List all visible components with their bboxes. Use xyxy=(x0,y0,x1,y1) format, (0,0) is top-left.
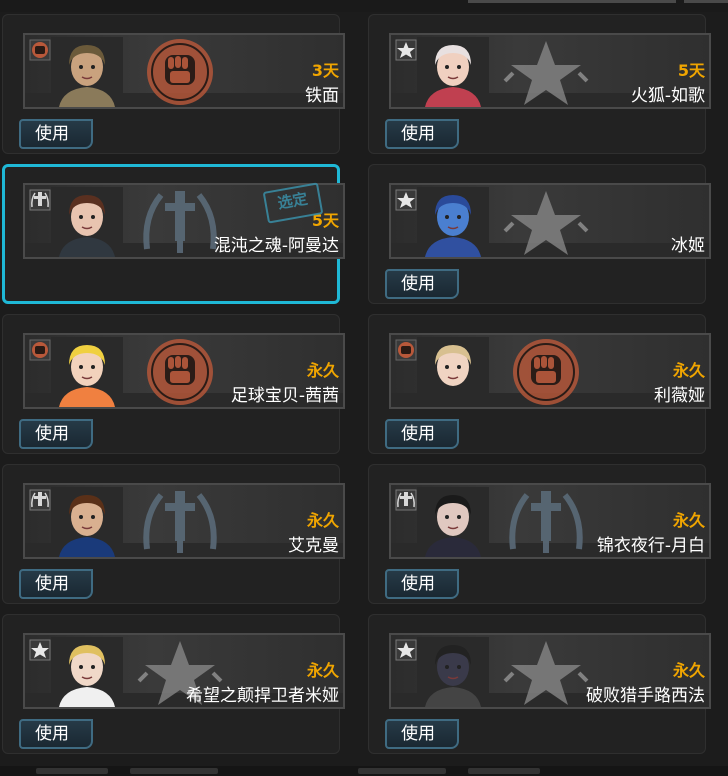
top-tab-strip-right[interactable] xyxy=(684,0,728,3)
character-portrait xyxy=(51,37,123,107)
fist-class-badge-icon xyxy=(27,37,53,63)
character-portrait xyxy=(51,637,123,707)
character-portrait xyxy=(51,337,123,407)
character-portrait xyxy=(51,187,123,257)
duration-label: 永久 xyxy=(306,511,339,530)
character-banner: 3天 铁面 xyxy=(23,33,345,109)
sword-class-badge-icon xyxy=(393,487,419,513)
star-class-badge-icon xyxy=(27,637,53,663)
duration-label: 5天 xyxy=(677,61,705,80)
character-banner: 永久 足球宝贝-茜茜 xyxy=(23,333,345,409)
character-card[interactable]: 永久 希望之颠捍卫者米娅 使用 xyxy=(2,614,345,754)
star-class-emblem-icon xyxy=(503,37,589,107)
character-name: 艾克曼 xyxy=(288,536,339,556)
character-portrait xyxy=(417,637,489,707)
character-name: 混沌之魂-阿曼达 xyxy=(213,236,339,256)
use-button[interactable]: 使用 xyxy=(385,719,459,749)
sword-class-emblem-icon xyxy=(503,487,589,557)
character-card[interactable]: 永久 艾克曼 使用 xyxy=(2,464,345,604)
character-card[interactable]: 5天 混沌之魂-阿曼达 选定 xyxy=(2,164,345,304)
top-tab-strip[interactable] xyxy=(468,0,676,3)
character-portrait xyxy=(417,337,489,407)
use-button[interactable]: 使用 xyxy=(19,119,93,149)
sword-class-badge-icon xyxy=(27,487,53,513)
character-card[interactable]: 永久 利薇娅 使用 xyxy=(368,314,711,454)
fist-class-emblem-icon xyxy=(137,337,223,407)
character-name: 铁面 xyxy=(305,86,339,106)
use-button[interactable]: 使用 xyxy=(19,719,93,749)
character-card[interactable]: 永久 破败猎手路西法 使用 xyxy=(368,614,711,754)
sword-class-emblem-icon xyxy=(137,187,223,257)
character-banner: 永久 希望之颠捍卫者米娅 xyxy=(23,633,345,709)
character-card[interactable]: 5天 火狐-如歌 使用 xyxy=(368,14,711,154)
character-banner: 永久 破败猎手路西法 xyxy=(389,633,711,709)
star-class-emblem-icon xyxy=(503,187,589,257)
character-name: 利薇娅 xyxy=(654,386,705,406)
use-button[interactable]: 使用 xyxy=(385,269,459,299)
fist-class-badge-icon xyxy=(27,337,53,363)
bottom-bar xyxy=(0,766,728,776)
use-button[interactable]: 使用 xyxy=(385,419,459,449)
star-class-badge-icon xyxy=(393,37,419,63)
duration-label: 永久 xyxy=(306,361,339,380)
character-card[interactable]: 3天 铁面 使用 xyxy=(2,14,345,154)
duration-label: 永久 xyxy=(672,361,705,380)
bottom-tab[interactable] xyxy=(130,768,218,774)
character-card[interactable]: 永久 锦衣夜行-月白 使用 xyxy=(368,464,711,604)
use-button[interactable]: 使用 xyxy=(385,569,459,599)
bottom-tab[interactable] xyxy=(468,768,540,774)
fist-class-emblem-icon xyxy=(137,37,223,107)
bottom-tab[interactable] xyxy=(358,768,446,774)
character-name: 足球宝贝-茜茜 xyxy=(230,386,339,406)
use-button[interactable]: 使用 xyxy=(385,119,459,149)
duration-label: 永久 xyxy=(672,511,705,530)
character-name: 破败猎手路西法 xyxy=(586,686,705,706)
fist-class-badge-icon xyxy=(393,337,419,363)
top-bar xyxy=(0,0,728,12)
character-banner: 5天 火狐-如歌 xyxy=(389,33,711,109)
character-name: 锦衣夜行-月白 xyxy=(596,536,705,556)
character-banner: 冰姬 xyxy=(389,183,711,259)
star-class-emblem-icon xyxy=(503,637,589,707)
sword-class-badge-icon xyxy=(27,187,53,213)
character-banner: 永久 锦衣夜行-月白 xyxy=(389,483,711,559)
star-class-badge-icon xyxy=(393,187,419,213)
character-portrait xyxy=(51,487,123,557)
duration-label: 永久 xyxy=(672,661,705,680)
star-class-badge-icon xyxy=(393,637,419,663)
character-portrait xyxy=(417,487,489,557)
character-banner: 永久 利薇娅 xyxy=(389,333,711,409)
character-name: 火狐-如歌 xyxy=(630,86,705,106)
character-name: 冰姬 xyxy=(671,236,705,256)
character-portrait xyxy=(417,37,489,107)
use-button[interactable]: 使用 xyxy=(19,419,93,449)
character-card[interactable]: 永久 足球宝贝-茜茜 使用 xyxy=(2,314,345,454)
fist-class-emblem-icon xyxy=(503,337,589,407)
sword-class-emblem-icon xyxy=(137,487,223,557)
character-card[interactable]: 冰姬 使用 xyxy=(368,164,711,304)
duration-label: 永久 xyxy=(306,661,339,680)
bottom-tab[interactable] xyxy=(36,768,108,774)
character-name: 希望之颠捍卫者米娅 xyxy=(186,686,339,706)
character-banner: 永久 艾克曼 xyxy=(23,483,345,559)
duration-label: 3天 xyxy=(311,61,339,80)
character-portrait xyxy=(417,187,489,257)
use-button[interactable]: 使用 xyxy=(19,569,93,599)
